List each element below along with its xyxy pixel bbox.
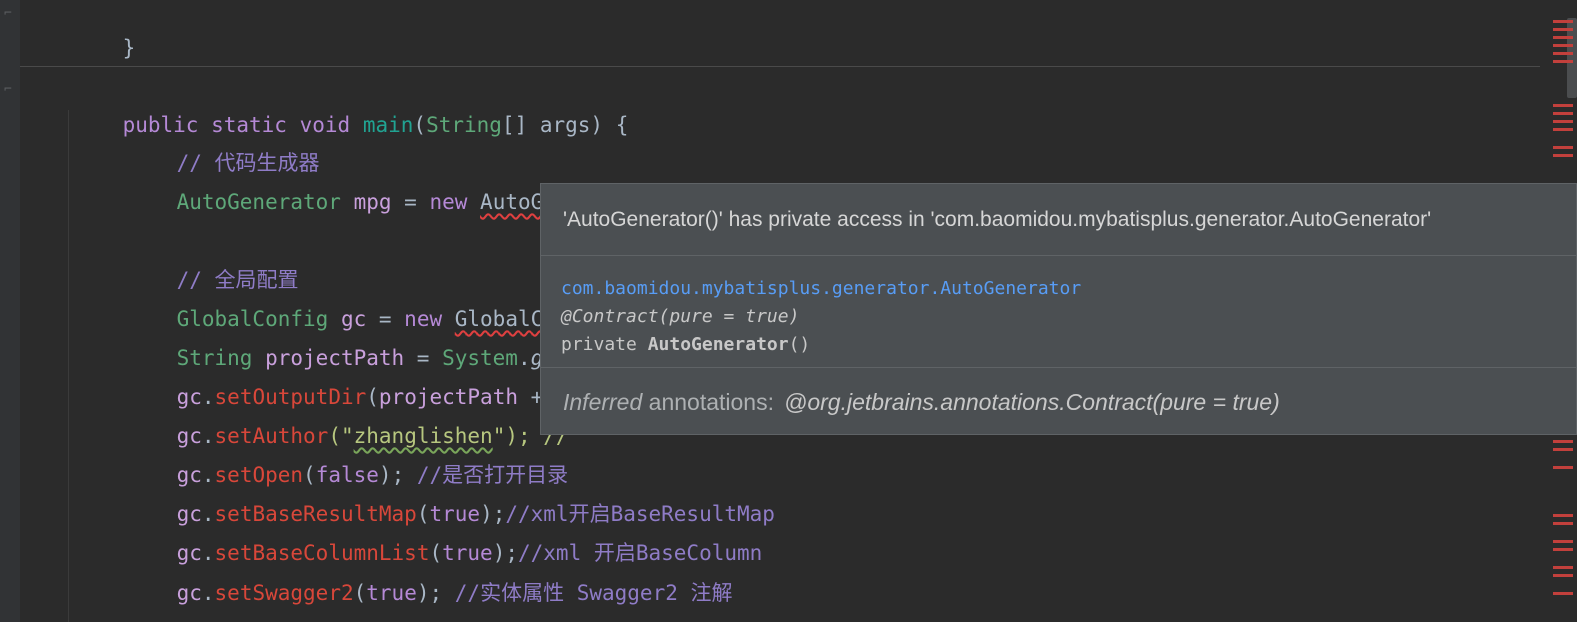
fold-icon[interactable]: ⌐ — [4, 82, 12, 97]
code-line-projectpath[interactable]: String projectPath = System.get — [126, 304, 569, 370]
signature-name: AutoGenerator — [647, 334, 789, 355]
error-marker[interactable] — [1553, 522, 1573, 525]
editor-gutter[interactable]: ⌐ ⌐ — [0, 0, 20, 622]
code-line-setbaseresultmap[interactable]: gc.setBaseResultMap(true);//xml开启BaseRes… — [126, 460, 775, 526]
error-marker[interactable] — [1553, 20, 1573, 23]
error-marker[interactable] — [1553, 28, 1573, 31]
error-marker[interactable] — [1553, 52, 1573, 55]
code-line-mpg[interactable]: AutoGenerator mpg = new AutoGenerator(); — [126, 148, 683, 214]
variable: mpg — [340, 190, 392, 214]
code-line-setopen[interactable]: gc.setOpen(false); //是否打开目录 — [126, 421, 569, 487]
error-marker[interactable] — [1553, 540, 1573, 543]
error-marker[interactable] — [1553, 44, 1573, 47]
signature-params: () — [788, 334, 811, 355]
inferred-annotation-value: @org.jetbrains.annotations.Contract(pure… — [783, 389, 1280, 415]
keyword-new: new — [429, 190, 481, 214]
code-line-setbasecolumnlist[interactable]: gc.setBaseColumnList(true);//xml 开启BaseC… — [126, 499, 763, 565]
popup-quick-doc: com.baomidou.mybatisplus.generator.AutoG… — [541, 256, 1576, 359]
code-line-main[interactable]: public static void main(String[] args) { — [72, 71, 629, 137]
popup-inferred-annotations: Inferred annotations: @org.jetbrains.anno… — [541, 367, 1576, 435]
error-marker[interactable] — [1553, 514, 1573, 517]
indent-guide — [68, 110, 69, 622]
error-marker[interactable] — [1553, 548, 1573, 551]
error-marker[interactable] — [1553, 112, 1573, 115]
code-line-setglobalconfig[interactable]: mpg.setGlobalConfig(gc); — [126, 578, 481, 622]
error-marker[interactable] — [1553, 120, 1573, 123]
popup-signature: private AutoGenerator() — [561, 331, 1576, 359]
code-line-comment[interactable]: // 全局配置 — [126, 226, 299, 292]
error-marker[interactable] — [1553, 146, 1573, 149]
code-line-comment[interactable]: // 代码生成器 — [126, 109, 320, 175]
code-line-gc[interactable]: GlobalConfig gc = new GlobalCon — [126, 265, 569, 331]
popup-contract-annotation: @Contract(pure = true) — [561, 306, 800, 327]
error-marker[interactable] — [1553, 566, 1573, 569]
brace-token: } — [122, 36, 136, 60]
error-marker[interactable] — [1553, 104, 1573, 107]
popup-error-message: 'AutoGenerator()' has private access in … — [541, 184, 1576, 256]
method-name: main — [362, 113, 414, 137]
popup-class-link[interactable]: com.baomidou.mybatisplus.generator.AutoG… — [561, 275, 1576, 303]
code-line[interactable]: } — [72, 0, 136, 60]
error-marker[interactable] — [1553, 36, 1573, 39]
code-editor[interactable]: ⌐ ⌐ } public static void main(String[] a… — [0, 0, 1577, 622]
error-marker[interactable] — [1553, 574, 1573, 577]
annotations-label: annotations: — [642, 389, 774, 415]
method-separator — [20, 66, 1540, 67]
params: [] args) { — [501, 113, 629, 137]
error-marker[interactable] — [1553, 448, 1573, 451]
error-marker[interactable] — [1553, 128, 1573, 131]
code-line-setswagger2[interactable]: gc.setSwagger2(true); //实体属性 Swagger2 注解 — [126, 539, 733, 605]
error-marker[interactable] — [1553, 440, 1573, 443]
signature-modifier: private — [561, 334, 648, 355]
code-line-setauthor[interactable]: gc.setAuthor("zhanglishen"); // — [126, 382, 569, 448]
error-marker[interactable] — [1553, 154, 1573, 157]
error-marker[interactable] — [1553, 592, 1573, 595]
fold-icon[interactable]: ⌐ — [4, 6, 12, 21]
paren: ( — [413, 113, 427, 137]
code-line-setoutputdir[interactable]: gc.setOutputDir(projectPath + " — [126, 343, 569, 409]
error-tooltip-popup[interactable]: 'AutoGenerator()' has private access in … — [540, 183, 1577, 435]
error-marker[interactable] — [1553, 466, 1573, 469]
inferred-label: Inferred — [563, 389, 643, 415]
error-marker[interactable] — [1553, 60, 1573, 63]
comment: //实体属性 Swagger2 注解 — [454, 581, 733, 605]
operator: = — [391, 190, 430, 214]
type-name: String — [426, 113, 502, 137]
type-name: AutoGenerator — [176, 190, 341, 214]
